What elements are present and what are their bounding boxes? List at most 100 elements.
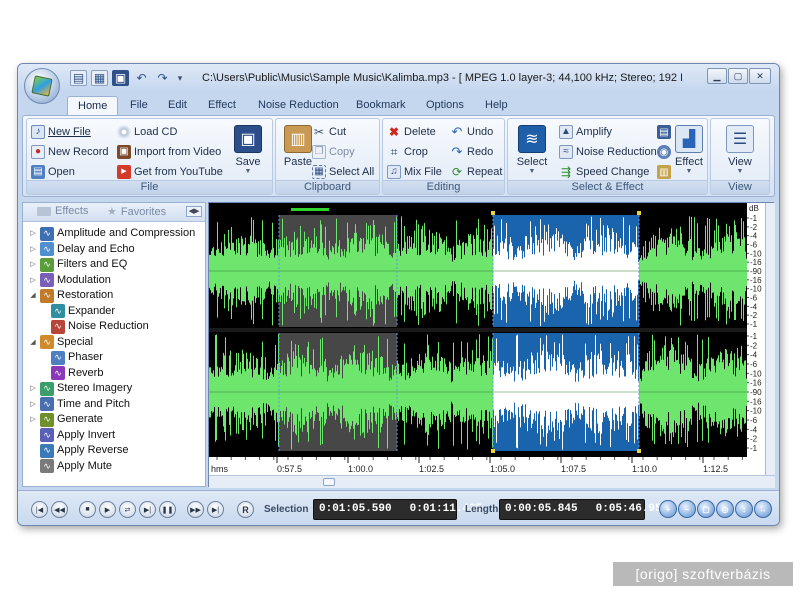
- expand-arrow-icon[interactable]: ▷: [29, 226, 37, 241]
- zoom-in-icon[interactable]: +: [659, 500, 677, 518]
- mix-file-button[interactable]: ♫ Mix File: [387, 163, 442, 181]
- tree-item[interactable]: ∿ Phaser: [51, 350, 103, 365]
- open-button[interactable]: ▤ Open: [31, 163, 75, 181]
- tab-help[interactable]: Help: [475, 96, 518, 116]
- db-tick-label: -16: [750, 397, 762, 406]
- new-file-button[interactable]: ♪ New File: [31, 123, 91, 141]
- load-cd-button[interactable]: Load CD: [117, 123, 177, 141]
- expand-arrow-icon[interactable]: ▷: [29, 412, 37, 427]
- tree-item[interactable]: ▷ ∿ Modulation: [29, 273, 111, 288]
- tree-item[interactable]: ∿ Expander: [51, 304, 115, 319]
- tree-item[interactable]: ▷ ∿ Time and Pitch: [29, 397, 130, 412]
- tree-item[interactable]: ∿ Apply Reverse: [29, 443, 129, 458]
- reverb-icon[interactable]: ◉: [657, 145, 671, 159]
- noise-reduction-button[interactable]: ≈ Noise Reduction: [559, 143, 657, 161]
- maximize-button[interactable]: ▢: [728, 68, 748, 84]
- import-video-button[interactable]: ▣ Import from Video: [117, 143, 221, 161]
- undo-button[interactable]: ↶ Undo: [450, 123, 494, 141]
- rewind-button[interactable]: ◀◀: [51, 501, 68, 518]
- expand-arrow-icon[interactable]: ◢: [29, 335, 37, 350]
- loop-play-button[interactable]: ⇄: [119, 501, 136, 518]
- selection-readout[interactable]: 0:01:05.590 0:01:11.435: [313, 499, 482, 520]
- crop-button[interactable]: ⌗ Crop: [387, 143, 428, 161]
- stop-button[interactable]: ■: [79, 501, 96, 518]
- expand-arrow-icon[interactable]: ▷: [29, 242, 37, 257]
- minimize-button[interactable]: ▁: [707, 68, 727, 84]
- tree-item[interactable]: ∿ Reverb: [51, 366, 103, 381]
- redo-button[interactable]: ↷ Redo: [450, 143, 494, 161]
- tab-options[interactable]: Options: [416, 96, 474, 116]
- open-icon[interactable]: ▤: [70, 70, 87, 86]
- close-button[interactable]: ✕: [749, 68, 771, 84]
- tab-favorites[interactable]: ★ Favorites: [107, 205, 166, 219]
- new-record-button[interactable]: ● New Record: [31, 143, 109, 161]
- go-start-button[interactable]: |◀: [31, 501, 48, 518]
- record-button[interactable]: R: [237, 501, 254, 518]
- redo-icon[interactable]: ↷: [154, 70, 171, 86]
- panel-scroll-arrows[interactable]: ◀▶: [186, 206, 202, 217]
- selection-start: 0:01:05.590: [319, 503, 392, 515]
- tab-edit[interactable]: Edit: [158, 96, 197, 116]
- play-button[interactable]: ▶: [99, 501, 116, 518]
- speed-change-button[interactable]: ⇶ Speed Change: [559, 163, 649, 181]
- amplify-button[interactable]: ▲ Amplify: [559, 123, 612, 141]
- delete-button[interactable]: ✖ Delete: [387, 123, 436, 141]
- copy-button[interactable]: ❐ Copy: [312, 143, 355, 161]
- zoom-full-icon[interactable]: ◎: [716, 500, 734, 518]
- select-all-button[interactable]: ▦ Select All: [312, 163, 374, 181]
- fade-icon[interactable]: ▤: [657, 125, 671, 139]
- tree-item[interactable]: ◢ ∿ Special: [29, 335, 93, 350]
- expand-arrow-icon[interactable]: ◢: [29, 288, 37, 303]
- tree-item[interactable]: ∿ Noise Reduction: [51, 319, 149, 334]
- zoom-selection-icon[interactable]: ▢: [697, 500, 715, 518]
- get-youtube-button[interactable]: ▶ Get from YouTube: [117, 163, 223, 181]
- tree-item[interactable]: ▷ ∿ Filters and EQ: [29, 257, 127, 272]
- expand-arrow-icon[interactable]: ▷: [29, 273, 37, 288]
- zoom-vertical-out-icon[interactable]: ↔: [754, 500, 772, 518]
- effect-button[interactable]: ▟ Effect ▼: [670, 125, 708, 181]
- tree-item[interactable]: ∿ Apply Invert: [29, 428, 115, 443]
- pause-button[interactable]: ❚❚: [159, 501, 176, 518]
- vertical-scrollbar[interactable]: [765, 203, 775, 475]
- tree-item[interactable]: ◢ ∿ Restoration: [29, 288, 113, 303]
- scroll-thumb[interactable]: [323, 478, 335, 486]
- group-label-clipboard: Clipboard: [276, 180, 379, 194]
- fast-forward-button[interactable]: ▶▶: [187, 501, 204, 518]
- time-ruler: hms 0:57.5 1:00.0 1:02.5 1:05.0 1:07.5 1:10.0 1…: [209, 457, 747, 475]
- zoom-out-icon[interactable]: −: [678, 500, 696, 518]
- tab-noise-reduction[interactable]: Noise Reduction: [248, 96, 349, 116]
- customize-icon[interactable]: ▾: [175, 70, 185, 86]
- tab-file[interactable]: File: [120, 96, 158, 116]
- tab-effects[interactable]: Effects: [37, 205, 88, 217]
- waveform-view[interactable]: dB -1 -2 -4 -6 -10 -16 -90 -16 -10 -6 -4 -2 -1 -1 -2 -4-…: [208, 202, 775, 488]
- app-menu-orb[interactable]: [24, 68, 60, 104]
- tree-item[interactable]: ▷ ∿ Generate: [29, 412, 103, 427]
- equalizer-icon[interactable]: ▥: [657, 165, 671, 179]
- tab-home[interactable]: Home: [67, 96, 119, 116]
- tab-bookmark[interactable]: Bookmark: [346, 96, 416, 116]
- expand-arrow-icon[interactable]: ▷: [29, 257, 37, 272]
- save-icon[interactable]: ▦: [91, 70, 108, 86]
- disk-icon[interactable]: ▣: [112, 70, 129, 86]
- expand-arrow-icon[interactable]: ▷: [29, 381, 37, 396]
- go-end-button[interactable]: ▶|: [207, 501, 224, 518]
- tree-item[interactable]: ∿ Apply Mute: [29, 459, 112, 474]
- view-button[interactable]: ☰ View ▼: [720, 125, 760, 181]
- save-button[interactable]: ▣ Save ▼: [228, 125, 268, 181]
- zoom-vertical-in-icon[interactable]: ↕: [735, 500, 753, 518]
- play-selection-button[interactable]: ▶|: [139, 501, 156, 518]
- ribbon: ♪ New File ● New Record ▤ Open Load CD ▣…: [22, 115, 775, 197]
- length-readout[interactable]: 0:00:05.845 0:05:46.959: [499, 499, 668, 520]
- select-button[interactable]: ≋ Select ▼: [512, 125, 552, 181]
- repeat-button[interactable]: ⟳ Repeat: [450, 163, 503, 181]
- tree-item[interactable]: ▷ ∿ Amplitude and Compression: [29, 226, 195, 241]
- tree-item[interactable]: ▷ ∿ Stereo Imagery: [29, 381, 132, 396]
- waveform-canvas[interactable]: [209, 203, 747, 457]
- tree-item[interactable]: ▷ ∿ Delay and Echo: [29, 242, 135, 257]
- expand-arrow-icon[interactable]: ▷: [29, 397, 37, 412]
- app-window: ▤ ▦ ▣ ↶ ↷ ▾ C:\Users\Public\Music\Sample…: [17, 63, 780, 526]
- horizontal-scrollbar[interactable]: [209, 475, 775, 488]
- cut-button[interactable]: ✂ Cut: [312, 123, 346, 141]
- tab-effect[interactable]: Effect: [198, 96, 246, 116]
- undo-icon[interactable]: ↶: [133, 70, 150, 86]
